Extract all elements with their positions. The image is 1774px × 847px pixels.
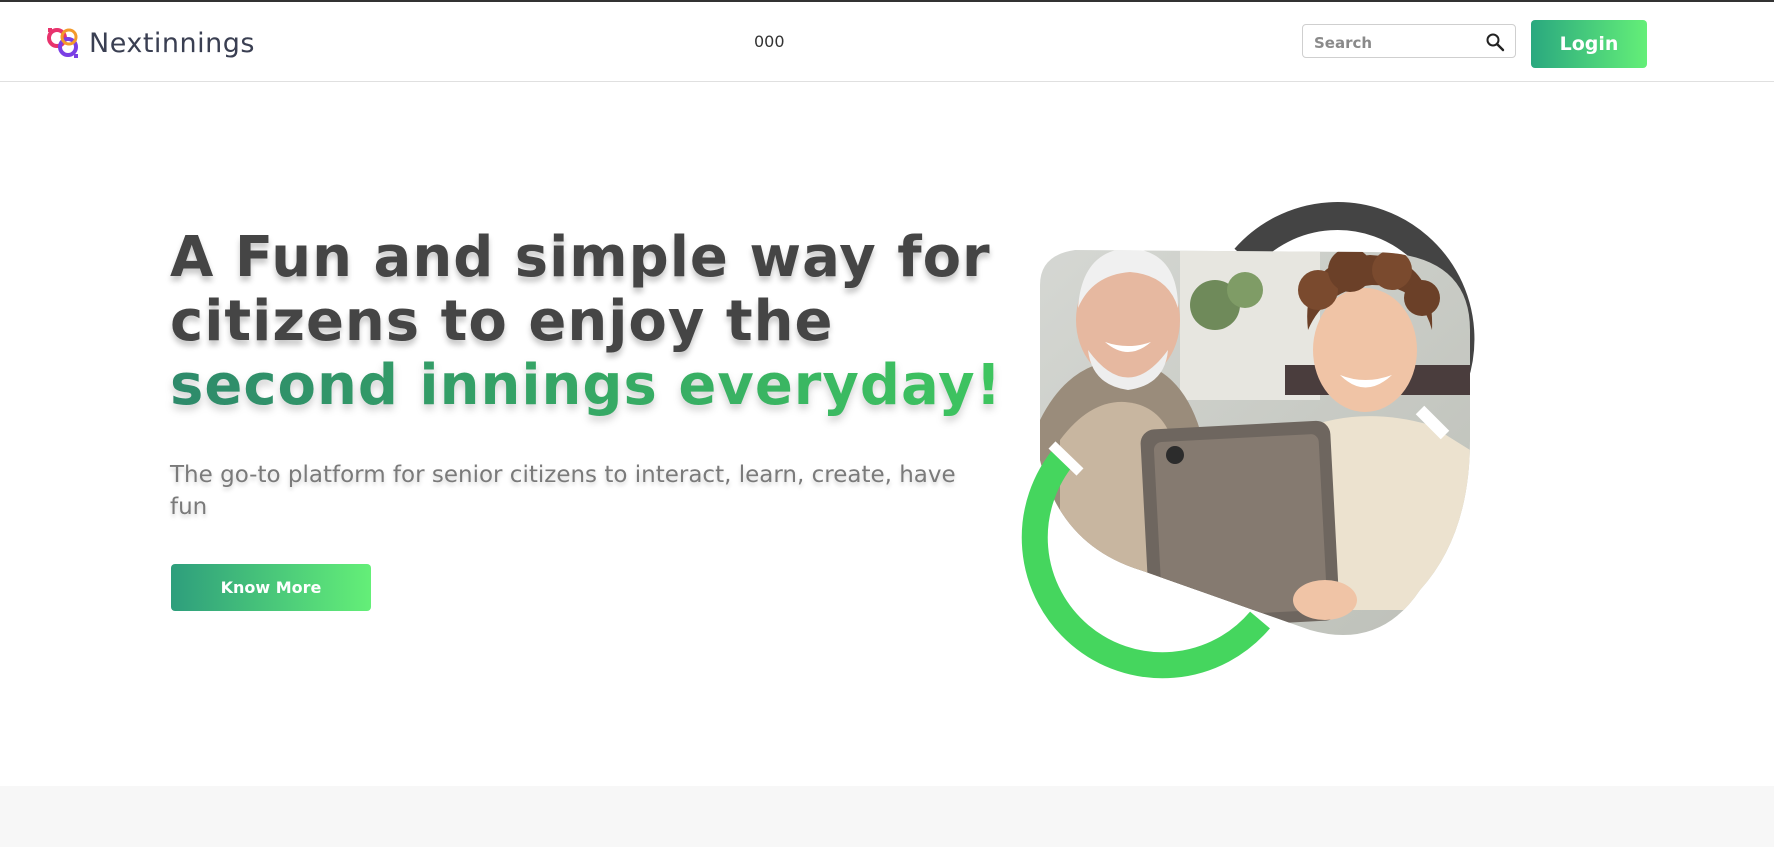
nav-center-text: 000 bbox=[754, 32, 785, 51]
search-icon[interactable] bbox=[1485, 32, 1505, 52]
hero-title: A Fun and simple way for citizens to enj… bbox=[170, 226, 1002, 418]
logo-icon bbox=[47, 28, 78, 58]
search-box bbox=[1302, 24, 1516, 58]
next-section-band bbox=[0, 786, 1774, 847]
hero-image bbox=[1021, 202, 1475, 679]
navbar: Nextinnings 000 Login bbox=[0, 2, 1774, 82]
login-button[interactable]: Login bbox=[1531, 20, 1647, 68]
hero-subtitle: The go-to platform for senior citizens t… bbox=[170, 462, 956, 520]
hero-title-line1: A Fun and simple way for bbox=[170, 225, 991, 290]
search-input[interactable] bbox=[1312, 31, 1476, 55]
brand-name: Nextinnings bbox=[89, 27, 255, 59]
brand-logo[interactable]: Nextinnings bbox=[46, 26, 255, 60]
photo-people-with-tablet bbox=[1040, 250, 1470, 635]
hero-title-accent: second innings everyday! bbox=[170, 353, 1003, 418]
know-more-button[interactable]: Know More bbox=[171, 564, 371, 611]
hero-title-line2: citizens to enjoy the bbox=[170, 289, 834, 354]
